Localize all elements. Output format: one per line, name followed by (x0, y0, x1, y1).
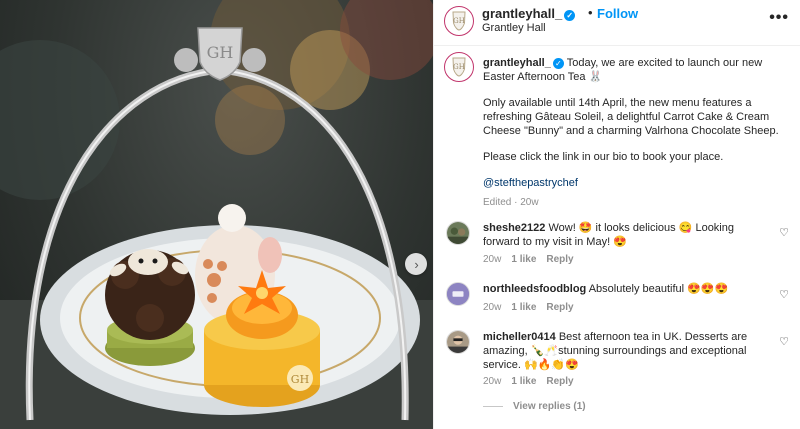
comment-likes[interactable]: 1 like (511, 376, 536, 387)
caption-mention[interactable]: @stefthepastrychef (483, 176, 783, 190)
comment-text: micheller0414 Best afternoon tea in UK. … (483, 330, 773, 372)
commenter-avatar[interactable] (446, 330, 470, 354)
like-heart-icon[interactable]: ♡ (779, 226, 789, 239)
header-username[interactable]: grantleyhall_ ✓ (482, 6, 576, 21)
caption-edited-time: Edited · 20w (483, 197, 539, 208)
more-options-icon[interactable]: ••• (769, 9, 789, 27)
comment-username[interactable]: sheshe2122 (483, 222, 545, 234)
follow-button[interactable]: Follow (597, 6, 638, 21)
comment-meta: 20w 1 like Reply (483, 302, 584, 313)
svg-text:GH: GH (453, 63, 465, 71)
post-photo: GH GH › (0, 0, 433, 429)
commenter-avatar[interactable] (446, 282, 470, 306)
svg-text:GH: GH (207, 43, 234, 62)
like-heart-icon[interactable]: ♡ (779, 335, 789, 348)
comment-body: Absolutely beautiful 😍😍😍 (586, 283, 729, 295)
verified-badge-icon: ✓ (564, 10, 576, 21)
comment-meta: 20w 1 like Reply (483, 376, 584, 387)
user-photo-icon (447, 331, 469, 353)
caption-body: grantleyhall_ ✓ Today, we are excited to … (483, 56, 783, 210)
caption-username[interactable]: grantleyhall_ (483, 57, 551, 69)
post-details-panel: GH grantleyhall_ ✓ • Follow Grantley Hall… (433, 0, 800, 429)
caption-paragraph-2: Only available until 14th April, the new… (483, 97, 779, 137)
account-avatar[interactable]: GH (444, 6, 474, 36)
svg-text:GH: GH (291, 373, 309, 386)
grantley-hall-logo-icon: GH (452, 57, 466, 77)
reply-button[interactable]: Reply (546, 302, 573, 313)
post-header: GH grantleyhall_ ✓ • Follow Grantley Hall… (434, 0, 800, 46)
comment-likes[interactable]: 1 like (511, 302, 536, 313)
comment-username[interactable]: micheller0414 (483, 331, 556, 343)
user-photo-icon (447, 222, 469, 244)
separator-dot: • (588, 5, 593, 20)
blog-logo-icon (447, 283, 469, 305)
location-link[interactable]: Grantley Hall (482, 22, 546, 34)
verified-badge-icon: ✓ (552, 58, 564, 69)
caption-paragraph-1: grantleyhall_ ✓ Today, we are excited to … (483, 56, 783, 84)
chevron-right-icon: › (414, 256, 419, 272)
comment-text: sheshe2122 Wow! 🤩 it looks delicious 😋 L… (483, 221, 773, 249)
comment-time[interactable]: 20w (483, 254, 501, 265)
comment-text: northleedsfoodblog Absolutely beautiful … (483, 282, 773, 296)
comment-likes[interactable]: 1 like (511, 254, 536, 265)
view-replies-button[interactable]: View replies (1) (483, 401, 586, 412)
comment-meta: 20w 1 like Reply (483, 254, 584, 265)
next-image-button[interactable]: › (405, 253, 427, 275)
comment-username[interactable]: northleedsfoodblog (483, 283, 586, 295)
username-text[interactable]: grantleyhall_ (482, 6, 562, 21)
comment-time[interactable]: 20w (483, 302, 501, 313)
afternoon-tea-illustration: GH GH (0, 0, 433, 429)
svg-text:GH: GH (453, 17, 465, 25)
caption-avatar[interactable]: GH (444, 52, 474, 82)
grantley-hall-logo-icon: GH (452, 11, 466, 31)
comment-time[interactable]: 20w (483, 376, 501, 387)
commenter-avatar[interactable] (446, 221, 470, 245)
caption-paragraph-3: Please click the link in our bio to book… (483, 151, 724, 163)
like-heart-icon[interactable]: ♡ (779, 288, 789, 301)
reply-button[interactable]: Reply (546, 254, 573, 265)
reply-button[interactable]: Reply (546, 376, 573, 387)
